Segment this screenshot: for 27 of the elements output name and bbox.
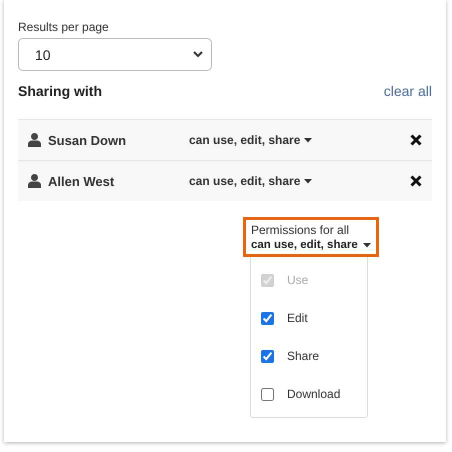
select-field[interactable]: 10: [18, 38, 212, 71]
close-icon: [410, 175, 422, 187]
person-icon: [28, 133, 41, 147]
remove-button[interactable]: [410, 175, 422, 187]
chevron-down-icon: [193, 51, 203, 58]
permission-dropdown[interactable]: can use, edit, share: [189, 174, 410, 188]
caret-icon: [362, 242, 371, 248]
option-label: Use: [287, 273, 308, 287]
section-title: Sharing with: [18, 83, 102, 99]
person-icon: [28, 174, 41, 188]
remove-button[interactable]: [410, 134, 422, 146]
user-name: Susan Down: [28, 132, 189, 148]
close-icon: [410, 134, 422, 146]
option-label: Download: [287, 387, 340, 401]
option-label: Share: [287, 349, 320, 363]
permissions-dropdown[interactable]: can use, edit, share: [251, 239, 371, 251]
checkbox[interactable]: [261, 388, 274, 400]
clear-all-link[interactable]: clear all: [384, 83, 432, 99]
checkbox[interactable]: [261, 350, 274, 362]
checkbox[interactable]: [261, 312, 274, 324]
user-name: Allen West: [28, 174, 189, 188]
option-label: Edit: [287, 311, 308, 325]
caret-icon: [304, 178, 312, 184]
permissions-label: Permissions for all: [251, 223, 350, 237]
field-label: Results per page: [18, 20, 110, 34]
permission-dropdown[interactable]: can use, edit, share: [189, 133, 410, 147]
caret-icon: [304, 138, 312, 142]
